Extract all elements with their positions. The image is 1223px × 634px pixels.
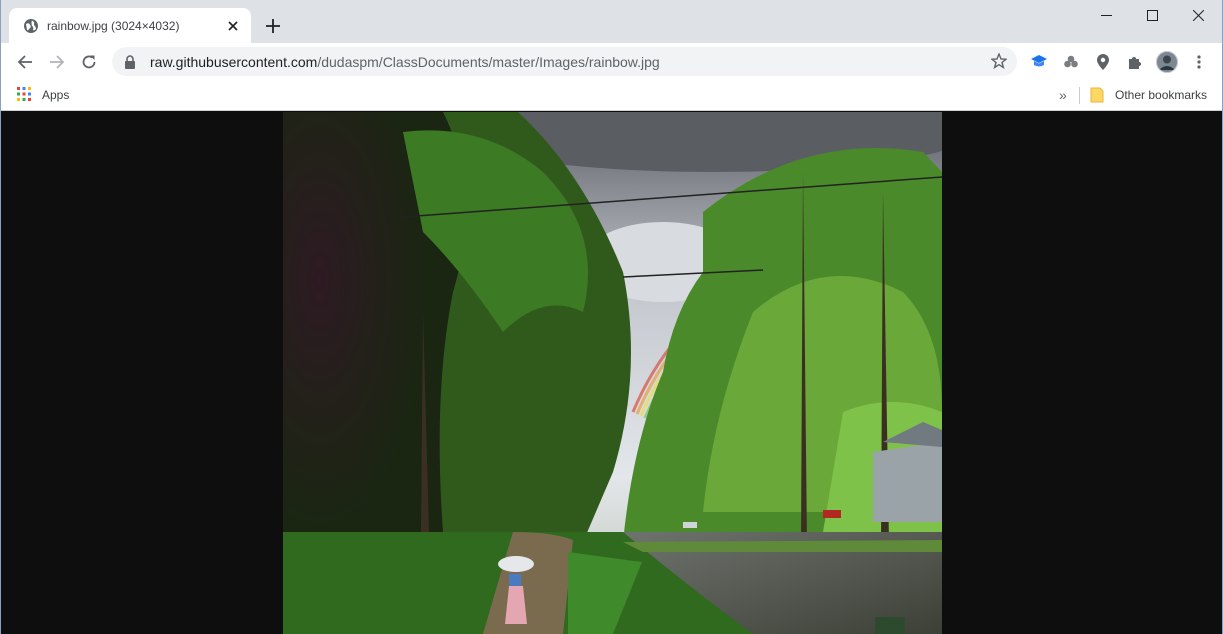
puzzle-icon[interactable] [1124, 51, 1146, 73]
bookmarks-bar: Apps » Other bookmarks [1, 80, 1222, 111]
url-host: raw.githubusercontent.com [150, 53, 318, 70]
forward-button[interactable] [43, 48, 71, 76]
toolbar: raw.githubusercontent.com/dudaspm/ClassD… [1, 43, 1222, 80]
clover-icon[interactable] [1060, 51, 1082, 73]
apps-bookmark[interactable]: Apps [17, 86, 69, 104]
tab-rainbow[interactable]: rainbow.jpg (3024×4032) [9, 8, 251, 43]
bookmark-star-icon[interactable] [990, 52, 1008, 70]
apps-label: Apps [42, 88, 70, 102]
url-text: raw.githubusercontent.com/dudaspm/ClassD… [150, 54, 660, 70]
new-tab-button[interactable] [262, 15, 284, 37]
apps-grid-icon [17, 87, 33, 103]
arrow-left-icon [17, 55, 32, 69]
image-viewer [2, 112, 1222, 634]
minimize-icon[interactable] [1083, 0, 1129, 30]
rainbow-photo[interactable] [283, 112, 942, 634]
reload-button[interactable] [75, 48, 103, 76]
graduation-cap-icon[interactable] [1028, 51, 1050, 73]
tab-strip: rainbow.jpg (3024×4032) [1, 0, 1222, 43]
close-tab-icon[interactable] [225, 18, 241, 34]
reload-icon [82, 55, 96, 69]
address-bar[interactable]: raw.githubusercontent.com/dudaspm/ClassD… [112, 47, 1017, 76]
bookmarks-overflow-button[interactable]: » [1059, 86, 1067, 104]
maximize-icon[interactable] [1129, 0, 1175, 30]
browser-window: rainbow.jpg (3024×4032) raw.githubuserco… [0, 0, 1223, 634]
folder-icon [1090, 87, 1106, 103]
lock-icon[interactable] [124, 54, 138, 69]
avatar[interactable] [1156, 51, 1178, 73]
globe-icon [23, 18, 39, 34]
close-icon[interactable] [1175, 0, 1221, 30]
back-button[interactable] [11, 48, 39, 76]
other-bookmarks-label: Other bookmarks [1115, 88, 1208, 102]
arrow-right-icon [50, 55, 65, 69]
kebab-menu-icon[interactable] [1188, 51, 1210, 73]
divider [1079, 87, 1080, 104]
other-bookmarks-folder[interactable]: Other bookmarks [1090, 86, 1207, 104]
url-path: /dudaspm/ClassDocuments/master/Images/ra… [317, 53, 660, 70]
map-pin-icon[interactable] [1092, 51, 1114, 73]
tab-title: rainbow.jpg (3024×4032) [47, 18, 180, 33]
